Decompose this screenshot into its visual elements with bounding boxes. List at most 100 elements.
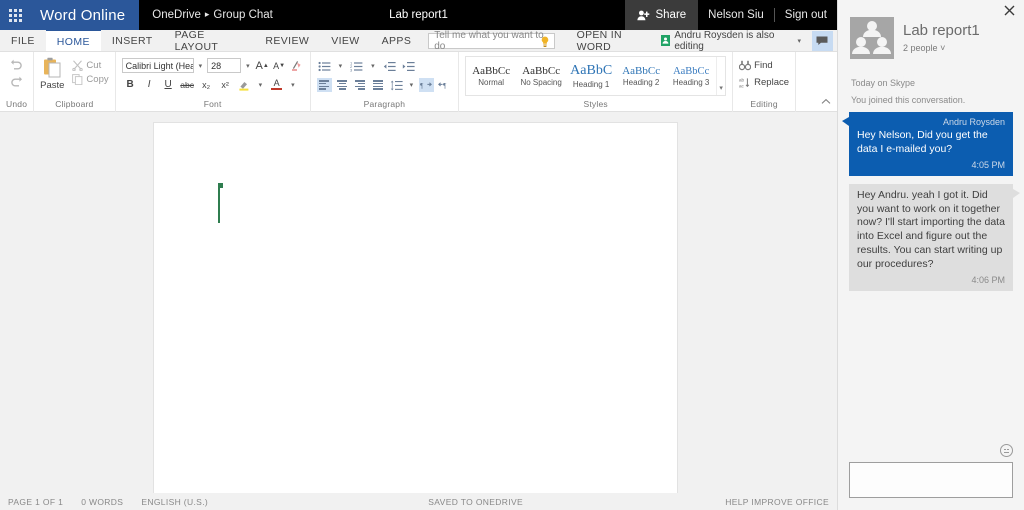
style-preview: AaBbCc — [472, 65, 510, 77]
chat-people-count[interactable]: 2 people ˅ — [903, 39, 980, 53]
tab-insert[interactable]: INSERT — [101, 30, 164, 51]
underline-button[interactable]: U — [161, 77, 176, 92]
ribbon-group-editing: Find ab ac Replace Editing — [733, 52, 796, 112]
grow-font-button[interactable]: A▲ — [255, 58, 270, 73]
app-launcher-button[interactable] — [0, 0, 30, 30]
numbering-caret-icon[interactable]: ▾ — [368, 62, 378, 70]
align-right-button[interactable] — [353, 78, 368, 92]
tab-apps[interactable]: APPS — [371, 30, 423, 51]
style-name: Heading 1 — [573, 80, 609, 89]
chat-toggle-button[interactable] — [812, 31, 833, 51]
find-button[interactable]: Find — [739, 60, 772, 71]
breadcrumb-onedrive[interactable]: OneDrive — [152, 9, 201, 21]
bullets-button[interactable] — [317, 59, 332, 73]
svg-text:3: 3 — [350, 67, 353, 72]
ltr-button[interactable]: ¶ — [419, 78, 434, 92]
cut-label: Cut — [86, 60, 101, 71]
message-time: 4:06 PM — [857, 272, 1005, 285]
open-in-word-button[interactable]: OPEN IN WORD — [567, 30, 661, 51]
paste-button[interactable]: Paste — [40, 57, 64, 91]
font-color-button[interactable]: A — [269, 77, 284, 92]
coauthoring-label: Andru Roysden is also editing — [674, 30, 790, 52]
tab-page-layout[interactable]: PAGE LAYOUT — [164, 30, 255, 51]
redo-button[interactable] — [10, 76, 23, 87]
status-language[interactable]: ENGLISH (U.S.) — [141, 497, 226, 507]
numbering-button[interactable]: 1 2 3 — [349, 59, 364, 73]
people-caret-icon: ˅ — [940, 43, 945, 53]
status-word-count[interactable]: 0 WORDS — [81, 497, 141, 507]
font-size-input[interactable]: 28 — [207, 58, 241, 73]
strikethrough-button[interactable]: abc — [180, 77, 195, 92]
rtl-button[interactable]: ¶ — [437, 78, 452, 92]
document-page[interactable] — [153, 122, 678, 493]
align-left-button[interactable] — [317, 78, 332, 92]
font-color-caret-icon[interactable]: ▾ — [288, 81, 298, 89]
chat-composer — [838, 444, 1024, 510]
font-size-caret-icon[interactable]: ▾ — [243, 62, 253, 70]
font-name-input[interactable]: Calibri Light (Headi — [122, 58, 194, 73]
replace-button[interactable]: ab ac Replace — [739, 77, 789, 88]
shrink-font-button[interactable]: A▼ — [272, 58, 287, 73]
collapse-ribbon-button[interactable] — [821, 97, 831, 107]
document-canvas[interactable] — [0, 112, 837, 493]
line-spacing-caret-icon[interactable]: ▾ — [407, 81, 417, 89]
status-help-improve-office[interactable]: HELP IMPROVE OFFICE — [725, 497, 829, 507]
align-center-button[interactable] — [335, 78, 350, 92]
chat-bubble-icon — [816, 36, 828, 46]
italic-button[interactable]: I — [142, 77, 157, 92]
clipboard-paste-icon — [41, 57, 63, 79]
emoji-smiley-icon[interactable] — [1000, 444, 1013, 457]
text-highlight-icon — [238, 79, 250, 91]
undo-button[interactable] — [10, 59, 23, 70]
lightbulb-icon — [540, 36, 550, 48]
style-no-spacing[interactable]: AaBbCc No Spacing — [516, 57, 566, 95]
chat-header: Lab report1 2 people ˅ — [838, 0, 1024, 69]
coauthor-cursor — [218, 185, 220, 223]
user-name[interactable]: Nelson Siu — [698, 9, 774, 21]
chat-message-list[interactable]: Today on Skype You joined this conversat… — [838, 69, 1024, 444]
ribbon-group-paragraph-label: Paragraph — [364, 99, 406, 112]
scissors-icon — [72, 60, 83, 71]
sign-out-link[interactable]: Sign out — [775, 9, 837, 21]
tab-view[interactable]: VIEW — [320, 30, 370, 51]
increase-indent-button[interactable] — [401, 59, 416, 73]
svg-text:¶: ¶ — [420, 81, 424, 90]
tab-file[interactable]: FILE — [0, 30, 46, 51]
bullets-caret-icon[interactable]: ▾ — [336, 62, 346, 70]
share-button[interactable]: Share — [625, 0, 698, 30]
style-heading-3[interactable]: AaBbCc Heading 3 — [666, 57, 716, 95]
style-heading-1[interactable]: AaBbC Heading 1 — [566, 57, 616, 95]
copy-button[interactable]: Copy — [72, 74, 108, 85]
tab-review[interactable]: REVIEW — [254, 30, 320, 51]
subscript-button[interactable]: x₂ — [199, 77, 214, 92]
tell-me-search-box[interactable]: Tell me what you want to do — [428, 33, 554, 49]
group-avatar-icon — [850, 17, 894, 59]
font-name-caret-icon[interactable]: ▾ — [196, 62, 206, 70]
decrease-indent-button[interactable] — [382, 59, 397, 73]
justify-button[interactable] — [371, 78, 386, 92]
style-normal[interactable]: AaBbCc Normal — [466, 57, 516, 95]
superscript-button[interactable]: x² — [218, 77, 233, 92]
styles-more-button[interactable]: ▾ — [716, 57, 725, 95]
paste-label: Paste — [40, 80, 64, 91]
clear-formatting-button[interactable] — [289, 58, 304, 73]
style-name: Heading 2 — [623, 78, 659, 87]
text-highlight-button[interactable] — [237, 77, 252, 92]
breadcrumb-group-chat[interactable]: Group Chat — [213, 9, 272, 21]
line-spacing-button[interactable] — [389, 78, 404, 92]
suite-bar: Word Online OneDrive▸Group Chat Lab repo… — [0, 0, 837, 30]
cut-button[interactable]: Cut — [72, 60, 108, 71]
style-name: Normal — [478, 78, 504, 87]
breadcrumb-separator-icon: ▸ — [201, 9, 214, 19]
tab-home[interactable]: HOME — [46, 29, 101, 51]
status-page-count[interactable]: PAGE 1 OF 1 — [8, 497, 81, 507]
ribbon-group-clipboard-label: Clipboard — [55, 99, 93, 112]
highlight-caret-icon[interactable]: ▾ — [256, 81, 266, 89]
chat-message-input[interactable] — [849, 462, 1013, 498]
coauthoring-indicator[interactable]: Andru Roysden is also editing ▾ — [661, 30, 837, 51]
bold-button[interactable]: B — [123, 77, 138, 92]
person-editing-icon — [661, 35, 671, 46]
close-chat-button[interactable] — [1004, 5, 1015, 18]
style-heading-2[interactable]: AaBbCc Heading 2 — [616, 57, 666, 95]
brand-word-online[interactable]: Word Online — [30, 0, 139, 30]
